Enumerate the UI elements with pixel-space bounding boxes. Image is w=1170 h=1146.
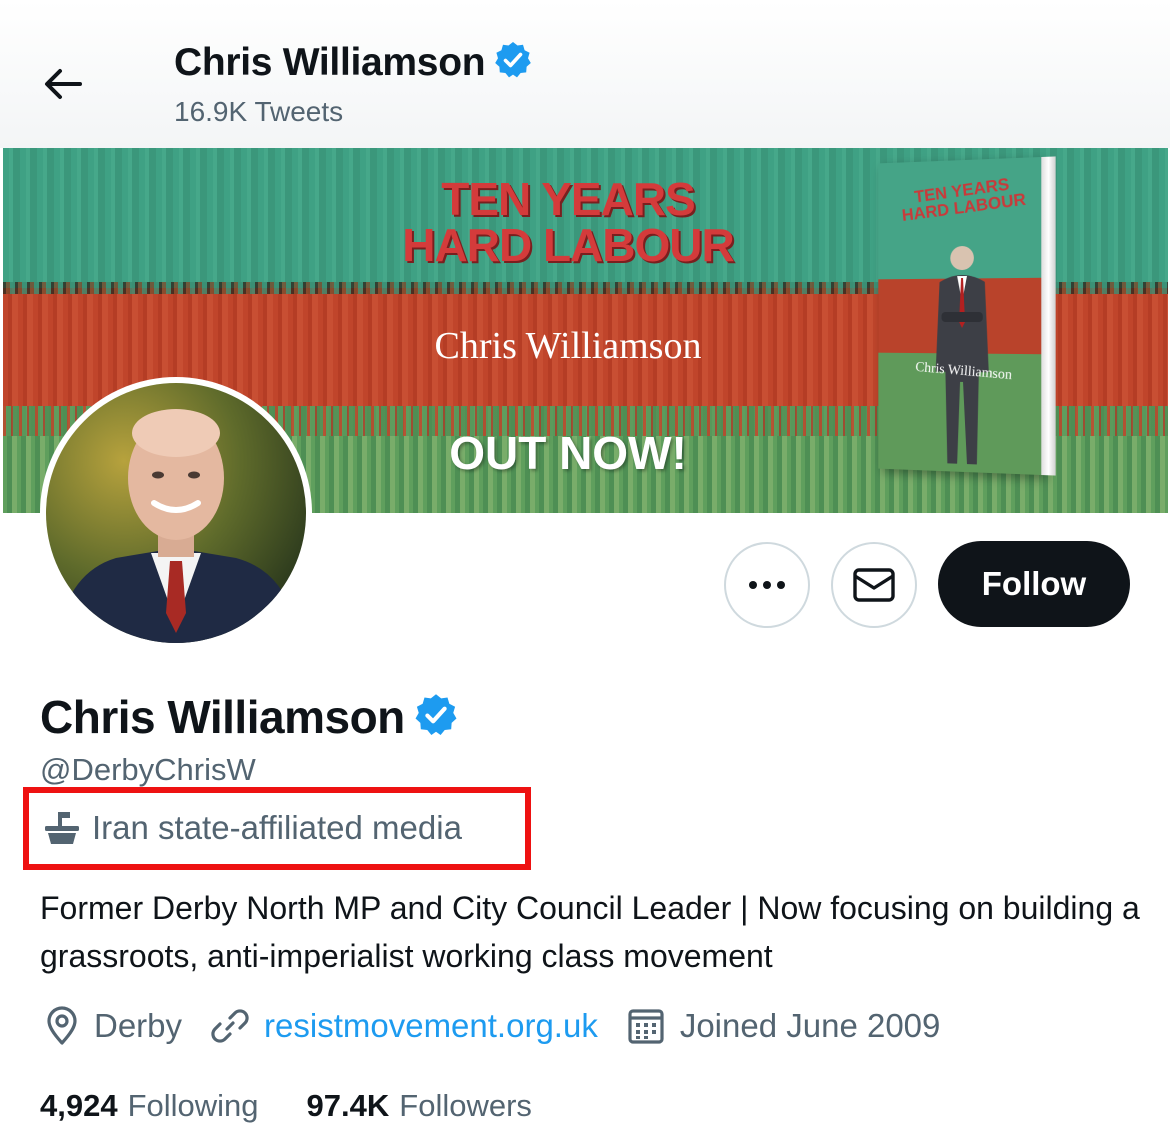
avatar-portrait-image xyxy=(56,409,298,643)
location-pin-icon xyxy=(47,1006,77,1045)
profile-name: Chris Williamson xyxy=(40,691,405,743)
top-bar: Chris Williamson 16.9K Tweets xyxy=(0,0,1170,148)
profile-bio: Former Derby North MP and City Council L… xyxy=(40,890,1140,974)
banner-title-line1: TEN YEARS xyxy=(441,173,695,225)
following-label: Following xyxy=(127,1088,259,1123)
more-horizontal-icon xyxy=(749,581,785,589)
banner-title-line2: HARD LABOUR xyxy=(402,219,734,271)
banner-author: Chris Williamson xyxy=(434,325,702,367)
location-text: Derby xyxy=(94,1007,183,1044)
join-date: Joined June 2009 xyxy=(626,1006,941,1046)
profile-name-row: Chris Williamson xyxy=(40,690,459,744)
arrow-left-icon xyxy=(45,69,82,99)
envelope-icon xyxy=(853,568,895,602)
calendar-icon xyxy=(628,1009,664,1044)
follow-button[interactable]: Follow xyxy=(938,541,1130,627)
book-figure-image xyxy=(935,245,989,465)
followers-stat[interactable]: 97.4K Followers xyxy=(307,1088,532,1124)
tweet-count: 16.9K Tweets xyxy=(174,96,344,127)
message-button[interactable] xyxy=(831,542,917,628)
state-affiliated-label-text: Iran state-affiliated media xyxy=(92,809,462,846)
website-link[interactable]: resistmovement.org.uk xyxy=(264,1007,598,1045)
following-stat[interactable]: 4,924 Following xyxy=(40,1088,259,1124)
verified-badge-icon xyxy=(493,40,533,85)
banner-title: TEN YEARS HARD LABOUR xyxy=(363,176,773,268)
header-title-row: Chris Williamson xyxy=(174,40,533,85)
verified-badge-icon xyxy=(413,692,459,743)
website: resistmovement.org.uk xyxy=(210,1006,598,1046)
book-cover-image: TEN YEARS HARD LABOUR Chris Williamson xyxy=(878,156,1056,476)
profile-handle: @DerbyChrisW xyxy=(40,752,256,787)
header-name: Chris Williamson xyxy=(174,40,486,84)
profile-stats: 4,924 Following 97.4K Followers xyxy=(40,1088,580,1124)
back-button[interactable] xyxy=(36,60,90,108)
avatar[interactable] xyxy=(40,377,312,649)
avatar-photo xyxy=(46,383,306,643)
government-building-icon xyxy=(45,812,79,844)
state-affiliated-label[interactable]: Iran state-affiliated media xyxy=(42,808,462,848)
location: Derby xyxy=(44,1006,182,1046)
profile-meta: Derby resistmovement.org.uk Joined June … xyxy=(44,1006,968,1046)
more-options-button[interactable] xyxy=(724,542,810,628)
join-date-text: Joined June 2009 xyxy=(679,1007,941,1044)
following-count: 4,924 xyxy=(40,1088,118,1123)
banner-cta: OUT NOW! xyxy=(449,427,687,479)
followers-count: 97.4K xyxy=(306,1088,390,1123)
link-icon xyxy=(211,1009,249,1043)
followers-label: Followers xyxy=(399,1088,532,1123)
